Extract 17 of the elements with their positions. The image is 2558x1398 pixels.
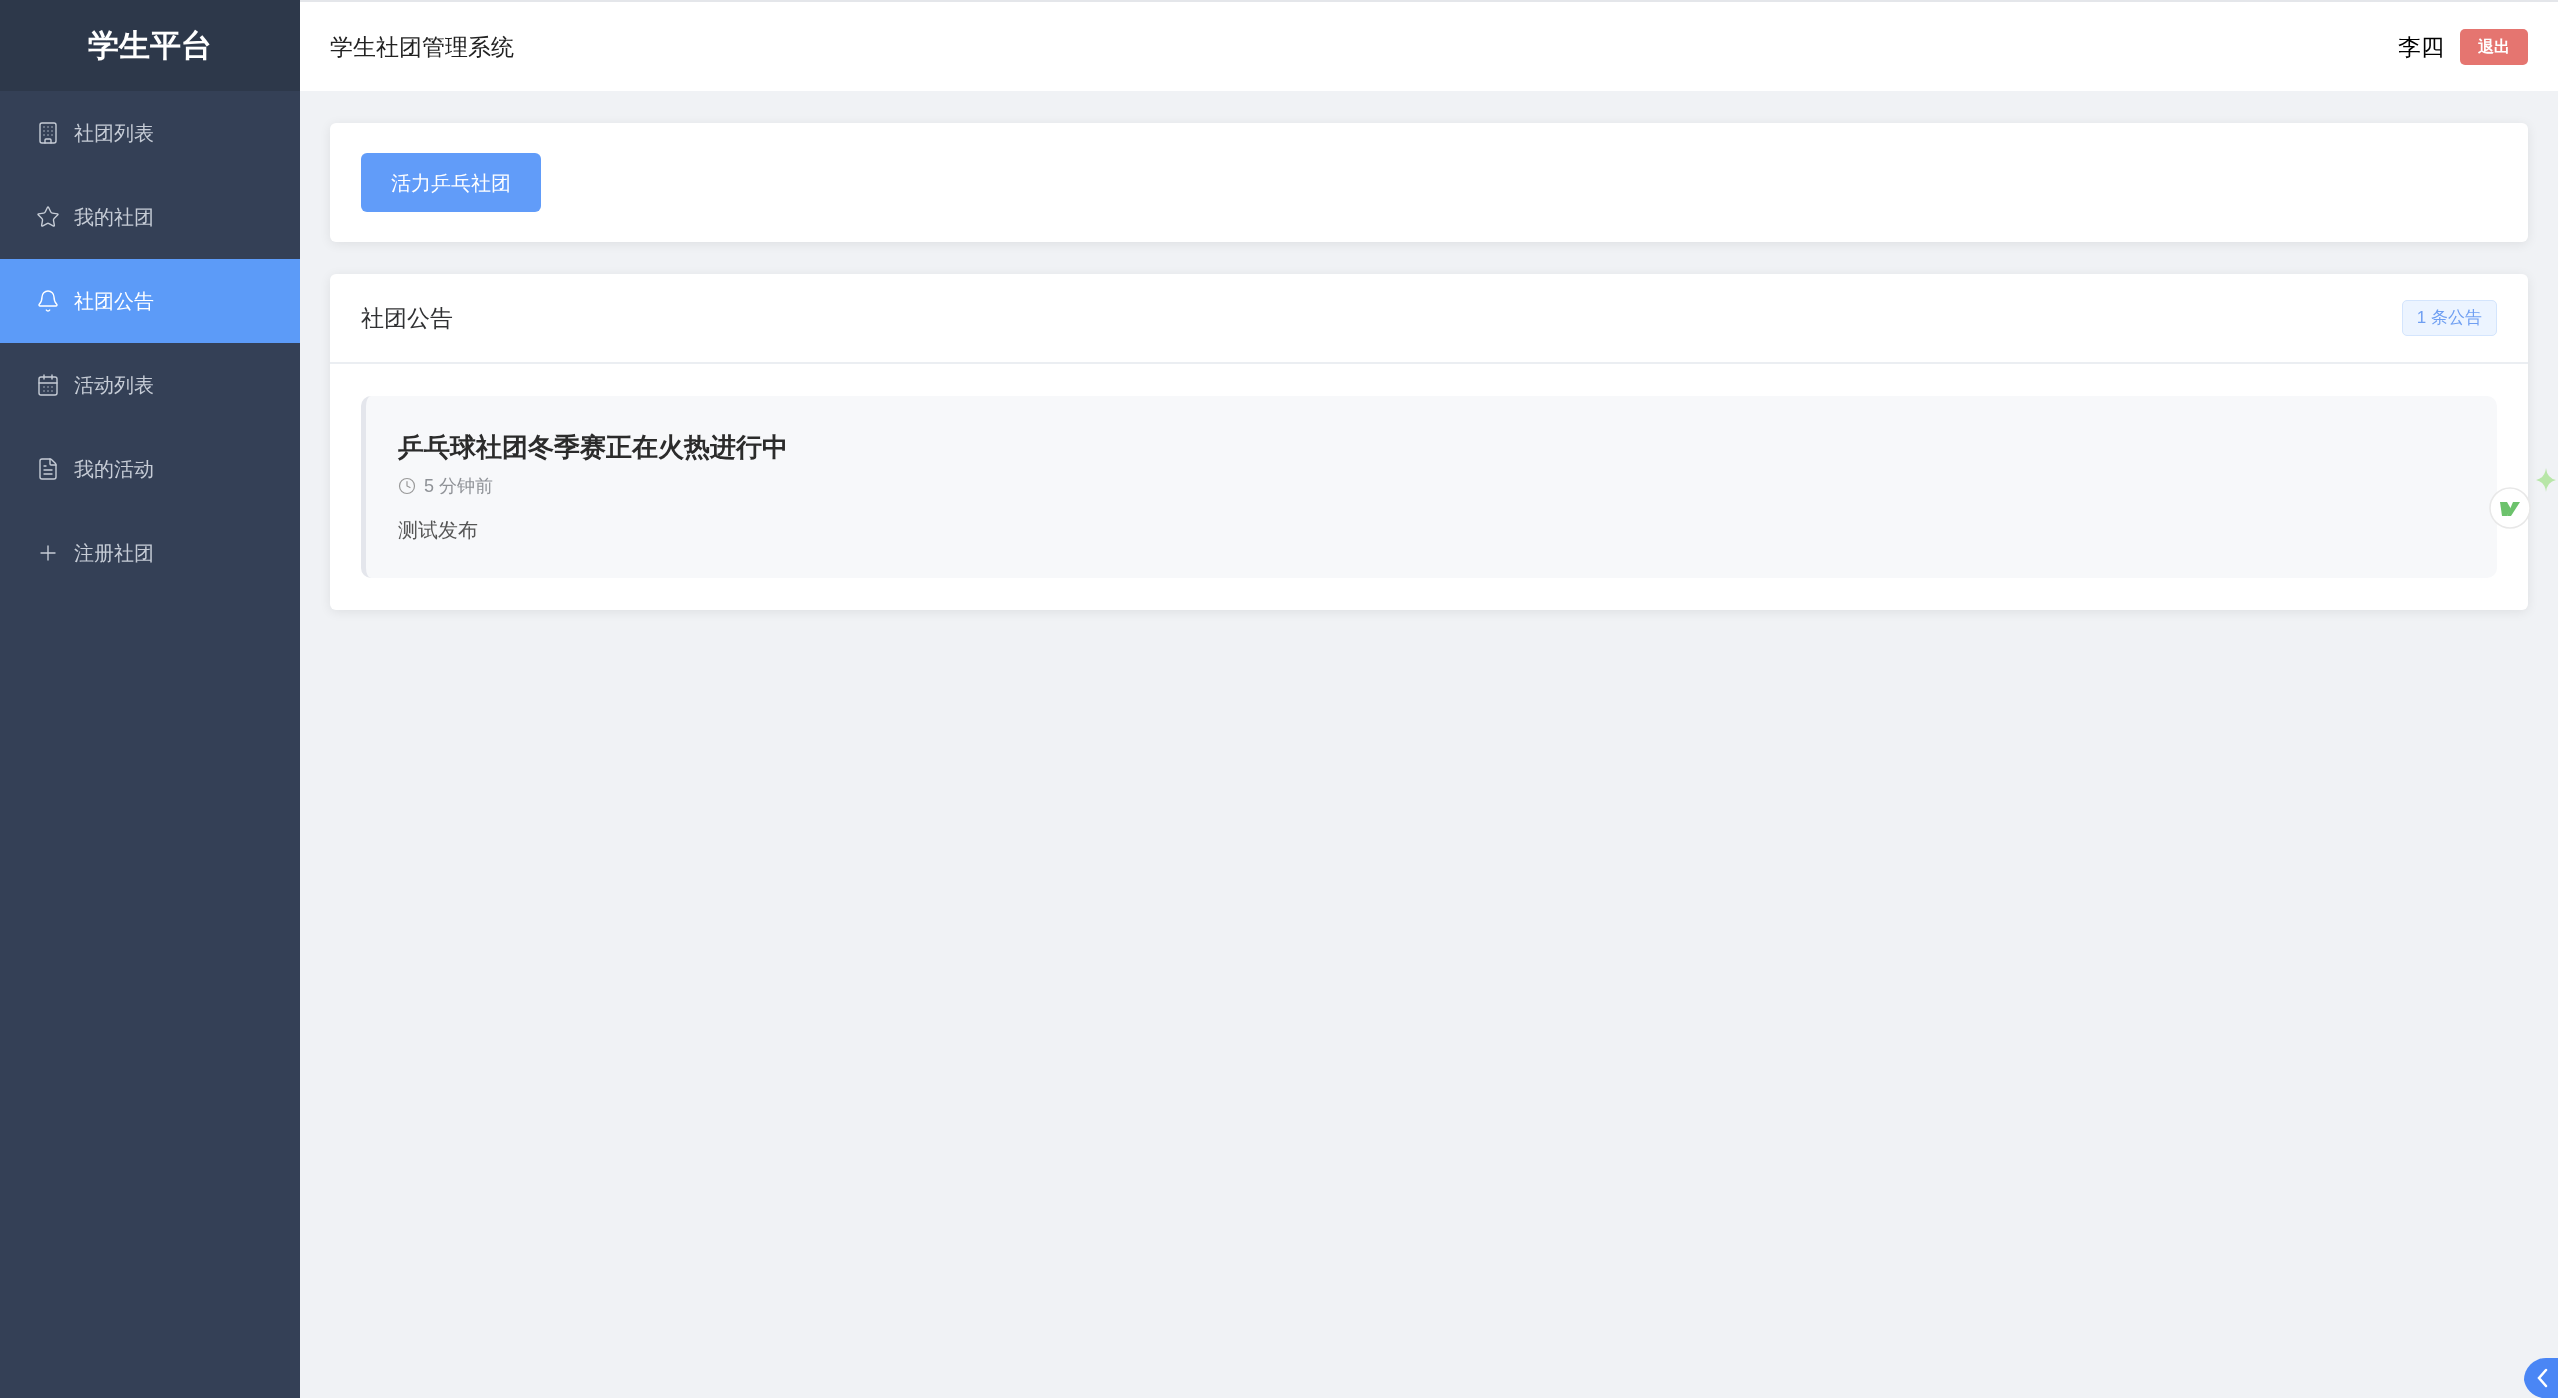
chevron-left-icon[interactable] — [2524, 1358, 2558, 1398]
app-title: 学生社团管理系统 — [330, 32, 514, 62]
sidebar-title: 学生平台 — [88, 26, 212, 65]
notice-content: 测试发布 — [398, 518, 479, 543]
star-icon — [36, 205, 60, 229]
document-icon — [36, 457, 60, 481]
sparkle-icon — [2536, 468, 2556, 492]
bell-icon — [36, 289, 60, 313]
notice-count-tag: 1 条公告 — [2401, 300, 2497, 336]
notice-title: 乒乓球社团冬季赛正在火热进行中 — [398, 431, 789, 464]
notice-time: 5 分钟前 — [424, 475, 493, 498]
clock-icon — [398, 477, 416, 495]
card-title: 社团公告 — [361, 304, 453, 333]
user-name: 李四 — [2398, 32, 2444, 62]
floating-widget-icon[interactable] — [2489, 487, 2531, 529]
calendar-icon — [36, 373, 60, 397]
building-icon — [36, 121, 60, 145]
